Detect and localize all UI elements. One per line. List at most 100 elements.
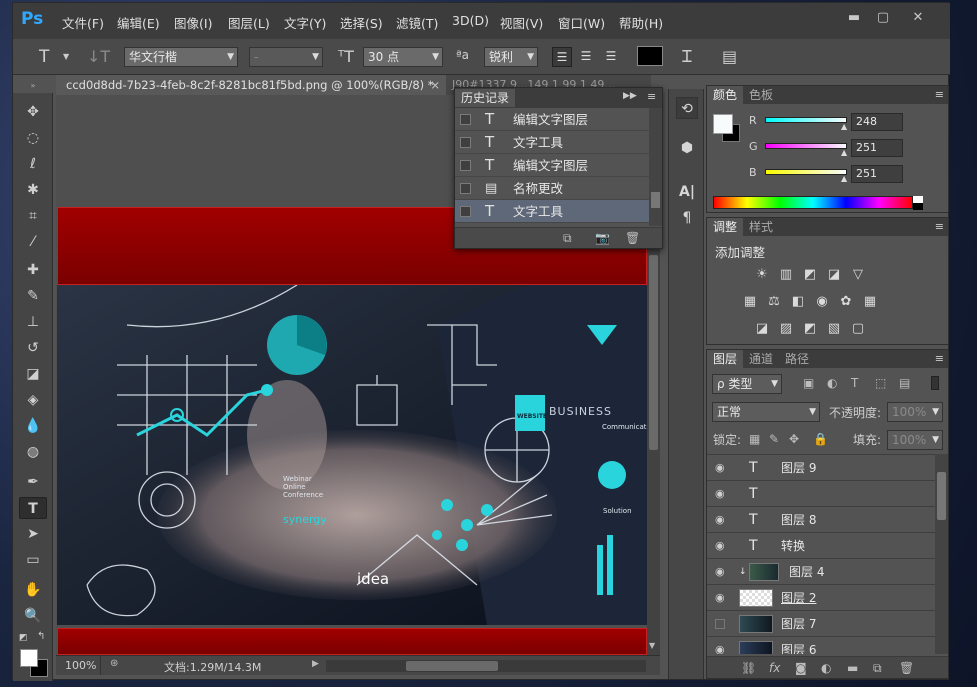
type-tool-icon[interactable]: T: [39, 47, 49, 67]
layer-row[interactable]: 图层 7: [707, 611, 935, 637]
filter-toggle[interactable]: [931, 376, 939, 390]
trash-icon[interactable]: 🗑: [899, 661, 914, 675]
fx-icon[interactable]: fx: [769, 661, 780, 675]
move-tool-icon[interactable]: ✥: [19, 101, 47, 123]
history-item[interactable]: ▤ 名称更改: [455, 177, 649, 200]
fg-color-swatch[interactable]: [713, 114, 733, 134]
paint-bucket-icon[interactable]: ◈: [19, 389, 47, 411]
fill-field[interactable]: 100% ▼: [887, 430, 943, 450]
crop-tool-icon[interactable]: ⌗: [19, 205, 47, 227]
menu-view[interactable]: 视图(V): [500, 13, 543, 32]
photo-filter-icon[interactable]: ◉: [813, 294, 831, 310]
zoom-tool-icon[interactable]: 🔍: [19, 605, 47, 627]
swap-colors-icon[interactable]: ↰: [37, 631, 45, 642]
font-family-select[interactable]: 华文行楷 ▼: [124, 47, 238, 67]
invert-icon[interactable]: ◪: [753, 321, 771, 337]
filter-smart-object-icon[interactable]: ▤: [899, 376, 910, 390]
menu-help[interactable]: 帮助(H): [619, 13, 663, 32]
3d-panel-icon[interactable]: ⬢: [676, 137, 698, 159]
path-selection-icon[interactable]: ➤: [19, 523, 47, 545]
collapse-icon[interactable]: »: [13, 81, 53, 91]
visibility-off-box[interactable]: [715, 619, 725, 629]
tab-styles[interactable]: 样式: [743, 218, 779, 236]
b-slider[interactable]: [765, 169, 847, 175]
filter-pixel-icon[interactable]: ▣: [803, 376, 814, 390]
history-brush-checkbox[interactable]: [460, 114, 471, 125]
menu-window[interactable]: 窗口(W): [558, 13, 605, 32]
layer-row[interactable]: ◉ 图层 6: [707, 637, 935, 654]
scroll-thumb[interactable]: [649, 255, 658, 450]
menu-file[interactable]: 文件(F): [62, 13, 104, 32]
menu-3d[interactable]: 3D(D): [452, 13, 489, 28]
panel-menu-icon[interactable]: ≡: [935, 86, 944, 104]
tool-preset-arrow-icon[interactable]: ▼: [63, 52, 69, 61]
minimize-icon[interactable]: ▬: [842, 9, 866, 27]
history-panel-icon[interactable]: ⟲: [676, 97, 698, 119]
lock-all-icon[interactable]: 🔒: [813, 432, 828, 446]
panel-menu-icon[interactable]: ≡: [935, 218, 944, 236]
brightness-contrast-icon[interactable]: ☀: [753, 267, 771, 283]
eye-icon[interactable]: ◉: [715, 585, 725, 611]
layer-row[interactable]: ◉ T: [707, 481, 935, 507]
character-panel-icon[interactable]: ▤: [722, 47, 737, 66]
default-colors-icon[interactable]: ◩: [19, 633, 28, 643]
clone-stamp-icon[interactable]: ⊥: [19, 311, 47, 333]
levels-icon[interactable]: ▥: [777, 267, 795, 283]
layer-row[interactable]: ◉ T 图层 8: [707, 507, 935, 533]
history-item[interactable]: T 编辑文字图层: [455, 154, 649, 177]
layer-row[interactable]: ◉ T 转换: [707, 533, 935, 559]
eye-icon[interactable]: ◉: [715, 507, 725, 533]
maximize-icon[interactable]: ▢: [871, 9, 895, 27]
posterize-icon[interactable]: ▨: [777, 321, 795, 337]
curves-icon[interactable]: ◩: [801, 267, 819, 283]
color-spectrum-bar[interactable]: [713, 196, 913, 209]
tab-paths[interactable]: 路径: [779, 350, 815, 368]
status-arrow-icon[interactable]: ▶: [312, 659, 319, 669]
filter-shape-icon[interactable]: ⬚: [875, 376, 886, 390]
text-color-swatch[interactable]: [637, 46, 663, 66]
dodge-tool-icon[interactable]: ◍: [19, 441, 47, 463]
healing-brush-icon[interactable]: ✚: [19, 259, 47, 281]
layer-row[interactable]: ◉ T 图层 9: [707, 455, 935, 481]
g-slider-handle-icon[interactable]: ▲: [841, 148, 847, 157]
brush-tool-icon[interactable]: ✎: [19, 285, 47, 307]
tab-adjustments[interactable]: 调整: [707, 218, 744, 236]
panel-menu-icon[interactable]: ≡: [935, 350, 944, 368]
vibrance-icon[interactable]: ▽: [849, 267, 867, 283]
scroll-down-icon[interactable]: ▼: [649, 641, 655, 650]
history-item[interactable]: T 编辑文字图层: [455, 108, 649, 131]
layer-row[interactable]: ◉ ↓ 图层 4: [707, 559, 935, 585]
eye-icon[interactable]: ◉: [715, 455, 725, 481]
trash-icon[interactable]: 🗑: [625, 231, 640, 245]
align-right-icon[interactable]: ☰: [601, 47, 621, 67]
snapshot-icon[interactable]: 📷: [595, 231, 610, 245]
tab-channels[interactable]: 通道: [743, 350, 779, 368]
blur-tool-icon[interactable]: 💧: [19, 415, 47, 437]
eraser-tool-icon[interactable]: ◪: [19, 363, 47, 385]
r-slider-handle-icon[interactable]: ▲: [841, 122, 847, 131]
foreground-color-swatch[interactable]: [20, 649, 38, 667]
horizontal-scroll-thumb[interactable]: [406, 661, 498, 671]
menu-type[interactable]: 文字(Y): [284, 13, 326, 32]
history-brush-checkbox[interactable]: [460, 137, 471, 148]
history-scroll-thumb[interactable]: [651, 192, 660, 208]
b-slider-handle-icon[interactable]: ▲: [841, 174, 847, 183]
close-icon[interactable]: ✕: [906, 9, 930, 27]
add-mask-icon[interactable]: ◙: [795, 661, 807, 675]
panel-menu-icon[interactable]: ≡: [647, 90, 656, 103]
history-brush-checkbox[interactable]: [460, 160, 471, 171]
white-swatch[interactable]: [913, 196, 923, 203]
tab-swatches[interactable]: 色板: [743, 86, 779, 104]
layers-scrollbar[interactable]: [935, 454, 948, 654]
opacity-field[interactable]: 100% ▼: [887, 402, 943, 422]
black-white-icon[interactable]: ◧: [789, 294, 807, 310]
history-brush-checkbox[interactable]: [460, 183, 471, 194]
magic-wand-icon[interactable]: ✱: [19, 179, 47, 201]
black-swatch[interactable]: [913, 203, 923, 210]
align-left-icon[interactable]: ☰: [552, 47, 572, 67]
eye-icon[interactable]: ◉: [715, 481, 725, 507]
history-item-selected[interactable]: T 文字工具: [455, 200, 649, 223]
color-balance-icon[interactable]: ⚖: [765, 294, 783, 310]
new-adjustment-layer-icon[interactable]: ◐: [821, 661, 831, 675]
pen-tool-icon[interactable]: ✒: [19, 471, 47, 493]
